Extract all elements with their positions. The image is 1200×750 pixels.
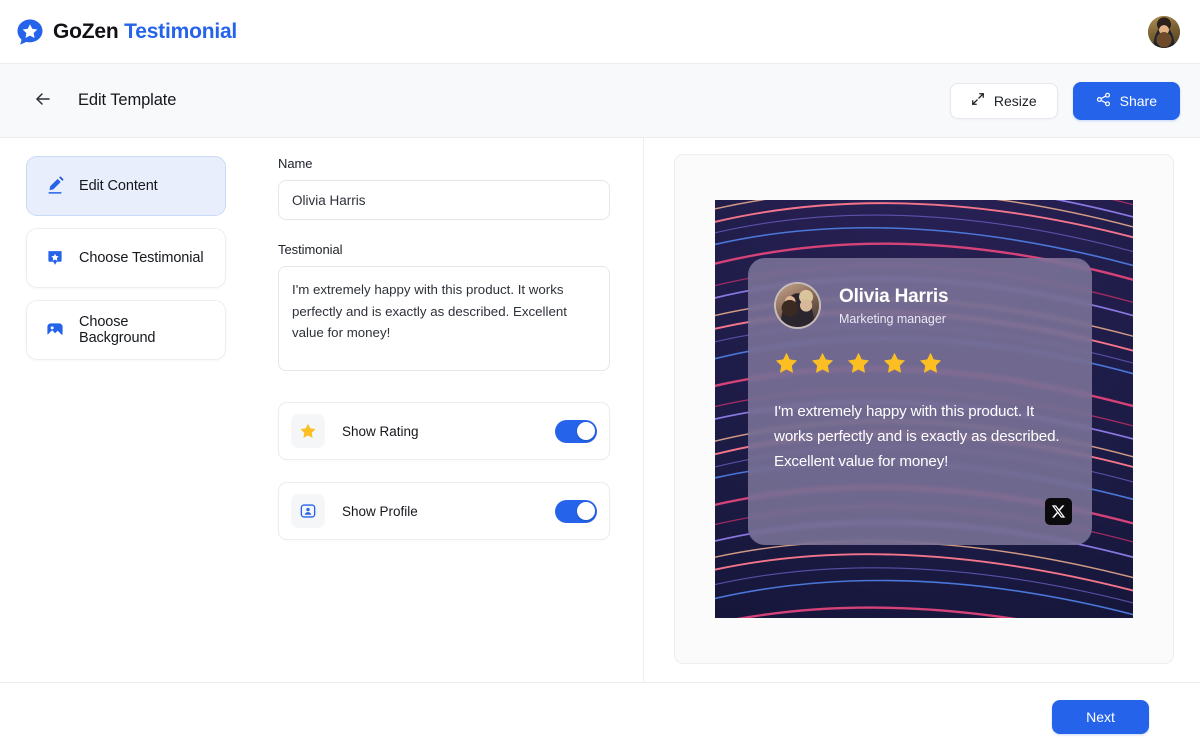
show-profile-label: Show Profile: [342, 503, 418, 519]
show-rating-row: Show Rating: [278, 402, 610, 460]
testimonial-author-name: Olivia Harris: [839, 285, 949, 307]
badge-star-icon: [45, 248, 65, 268]
testimonial-card-header: Olivia Harris Marketing manager: [774, 282, 1066, 329]
name-input[interactable]: [278, 180, 610, 220]
show-profile-row: Show Profile: [278, 482, 610, 540]
toggle-knob: [576, 502, 595, 520]
preview-column: Olivia Harris Marketing manager I'm extr…: [644, 138, 1200, 682]
avatar[interactable]: [1148, 15, 1180, 48]
resize-button-label: Resize: [993, 92, 1037, 109]
speech-bubble-star-icon: [16, 18, 44, 46]
brand-suffix: Testimonial: [124, 19, 238, 43]
sidebar-item-edit-content[interactable]: Edit Content: [26, 156, 226, 216]
profile-card-icon: [291, 494, 325, 528]
testimonial-card: Olivia Harris Marketing manager I'm extr…: [748, 258, 1092, 545]
sidebar-item-choose-background[interactable]: Choose Background: [26, 300, 226, 360]
pen-edit-icon: [45, 176, 65, 196]
testimonial-canvas[interactable]: Olivia Harris Marketing manager I'm extr…: [715, 200, 1133, 618]
top-header: GoZen Testimonial: [0, 0, 1200, 64]
star-icon: [918, 351, 943, 376]
testimonial-author-photo: [774, 282, 821, 329]
page-title: Edit Template: [78, 91, 177, 109]
name-field-label: Name: [278, 156, 313, 171]
preview-panel: Olivia Harris Marketing manager I'm extr…: [674, 154, 1174, 664]
sidebar: Edit Content Choose Testimonial Choose B…: [0, 138, 252, 682]
sidebar-item-choose-testimonial[interactable]: Choose Testimonial: [26, 228, 226, 288]
testimonial-author-role: Marketing manager: [839, 312, 946, 327]
testimonial-quote: I'm extremely happy with this product. I…: [774, 403, 1060, 471]
main-content: Edit Content Choose Testimonial Choose B…: [0, 138, 1200, 682]
testimonial-textarea[interactable]: [278, 266, 610, 371]
app-root: GoZen Testimonial Edit Template Resize S…: [0, 0, 1200, 750]
show-profile-toggle[interactable]: [555, 499, 597, 523]
share-button-label: Share: [1119, 92, 1157, 109]
share-network-icon: [1096, 92, 1111, 110]
rating-stars: [774, 351, 1066, 376]
avatar-photo: [1148, 15, 1180, 48]
brand-title: GoZen Testimonial: [53, 20, 237, 44]
brand-logo-group[interactable]: GoZen Testimonial: [16, 18, 237, 46]
star-icon: [810, 351, 835, 376]
testimonial-author-info: Olivia Harris Marketing manager: [839, 285, 949, 327]
toolbar-actions: Resize Share: [949, 81, 1180, 120]
sidebar-item-label: Choose Testimonial: [79, 250, 204, 266]
author-photo-image: [776, 284, 819, 327]
image-picture-icon: [45, 320, 65, 340]
next-button[interactable]: Next: [1052, 699, 1149, 734]
sidebar-item-label: Choose Background: [79, 314, 156, 346]
edit-content-form: Name Testimonial Show Rating: [252, 138, 644, 682]
star-icon: [882, 351, 907, 376]
show-rating-label: Show Rating: [342, 423, 419, 439]
show-rating-toggle[interactable]: [555, 419, 597, 443]
resize-button[interactable]: Resize: [949, 82, 1058, 119]
resize-diagonal-icon: [971, 92, 985, 109]
x-twitter-icon: [1045, 498, 1072, 525]
brand-name: GoZen: [53, 19, 119, 43]
back-button[interactable]: [28, 86, 58, 116]
star-icon: [291, 414, 325, 448]
arrow-left-icon: [33, 89, 53, 112]
share-button[interactable]: Share: [1072, 81, 1180, 120]
footer-bar: Next: [0, 682, 1200, 750]
toggle-knob: [576, 422, 595, 440]
testimonial-field-label: Testimonial: [278, 242, 343, 257]
sidebar-item-label: Edit Content: [79, 178, 158, 194]
star-icon: [774, 351, 799, 376]
sub-header-toolbar: Edit Template Resize Share: [0, 64, 1200, 138]
star-icon: [846, 351, 871, 376]
